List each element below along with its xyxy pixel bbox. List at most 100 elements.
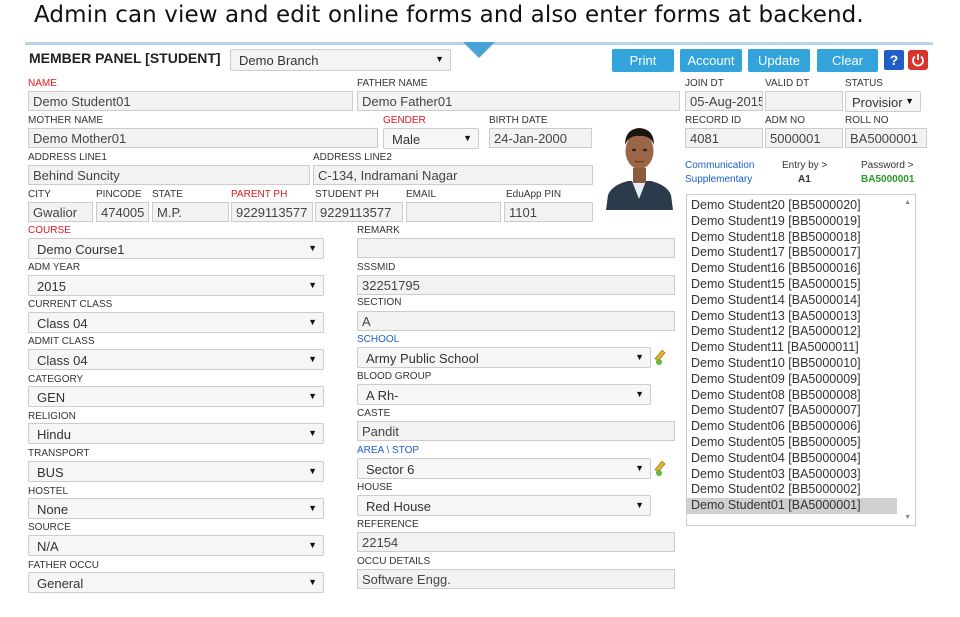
roll-no-field[interactable]: BA5000001 — [845, 128, 927, 148]
student-list-item[interactable]: Demo Student10 [BB5000010] — [687, 356, 897, 372]
logout-button[interactable] — [908, 50, 928, 70]
clear-button[interactable]: Clear — [817, 49, 878, 72]
print-button[interactable]: Print — [612, 49, 674, 72]
valid-dt-field[interactable] — [765, 91, 843, 111]
admit-class-label: ADMIT CLASS — [28, 336, 95, 347]
student-ph-field[interactable]: 9229113577 — [315, 202, 403, 222]
caste-field[interactable]: Pandit — [357, 421, 675, 441]
eduapp-pin-label: EduApp PIN — [506, 189, 562, 200]
scroll-up-icon[interactable]: ▲ — [904, 199, 911, 206]
student-list-item[interactable]: Demo Student14 [BA5000014] — [687, 293, 897, 309]
record-id-field[interactable]: 4081 — [685, 128, 763, 148]
religion-label: RELIGION — [28, 411, 76, 422]
student-photo[interactable] — [598, 113, 681, 210]
section-label: SECTION — [357, 297, 402, 308]
student-list-item[interactable]: Demo Student17 [BB5000017] — [687, 245, 897, 261]
student-list-item[interactable]: Demo Student07 [BA5000007] — [687, 403, 897, 419]
hostel-select[interactable]: None ▼ — [28, 498, 324, 519]
transport-select[interactable]: BUS ▼ — [28, 461, 324, 482]
reference-field[interactable]: 22154 — [357, 532, 675, 552]
student-list-item[interactable]: Demo Student02 [BB5000002] — [687, 482, 897, 498]
gender-select[interactable]: Male ▼ — [383, 128, 479, 149]
blood-group-select-value: A Rh- — [366, 388, 399, 403]
student-list-item[interactable]: Demo Student19 [BB5000019] — [687, 214, 897, 230]
student-list-item[interactable]: Demo Student08 [BB5000008] — [687, 388, 897, 404]
gender-select-value: Male — [392, 132, 421, 147]
parent-ph-field[interactable]: 9229113577 — [231, 202, 313, 222]
school-select[interactable]: Army Public School ▼ — [357, 347, 651, 368]
student-list-item[interactable]: Demo Student15 [BA5000015] — [687, 277, 897, 293]
father-occu-select[interactable]: General ▼ — [28, 572, 324, 593]
caret-down-icon: ▼ — [308, 391, 317, 401]
valid-dt-label: VALID DT — [765, 78, 810, 89]
address2-field[interactable]: C-134, Indramani Nagar — [313, 165, 593, 185]
city-field[interactable]: Gwalior — [28, 202, 93, 222]
occu-details-field[interactable]: Software Engg. — [357, 569, 675, 589]
hostel-label: HOSTEL — [28, 486, 69, 497]
student-photo-image — [598, 113, 681, 210]
house-select[interactable]: Red House ▼ — [357, 495, 651, 516]
course-select[interactable]: Demo Course1 ▼ — [28, 238, 324, 259]
caret-down-icon: ▼ — [308, 540, 317, 550]
account-button[interactable]: Account — [680, 49, 742, 72]
eduapp-pin-field[interactable]: 1101 — [504, 202, 593, 222]
reference-label: REFERENCE — [357, 519, 419, 530]
student-listbox[interactable]: Demo Student20 [BB5000020] Demo Student19… — [686, 194, 916, 526]
join-dt-field[interactable]: 05-Aug-2015 — [685, 91, 763, 111]
student-list: Demo Student20 [BB5000020] Demo Student19… — [687, 195, 915, 514]
transport-label: TRANSPORT — [28, 448, 90, 459]
name-field[interactable]: Demo Student01 — [28, 91, 353, 111]
blood-group-select[interactable]: A Rh- ▼ — [357, 384, 651, 405]
student-list-item[interactable]: Demo Student05 [BB5000005] — [687, 435, 897, 451]
student-list-item[interactable]: Demo Student16 [BB5000016] — [687, 261, 897, 277]
email-field[interactable] — [406, 202, 501, 222]
student-list-item[interactable]: Demo Student04 [BB5000004] — [687, 451, 897, 467]
help-button[interactable]: ? — [884, 50, 904, 70]
panel-collapse-toggle[interactable] — [463, 42, 495, 58]
adm-year-select-value: 2015 — [37, 279, 66, 294]
sssmid-field[interactable]: 32251795 — [357, 275, 675, 295]
admit-class-select[interactable]: Class 04 ▼ — [28, 349, 324, 370]
communication-link[interactable]: Communication — [685, 160, 754, 171]
occu-details-label: OCCU DETAILS — [357, 556, 431, 567]
student-list-item[interactable]: Demo Student18 [BB5000018] — [687, 230, 897, 246]
adm-no-field[interactable]: 5000001 — [765, 128, 843, 148]
student-list-item[interactable]: Demo Student12 [BA5000012] — [687, 324, 897, 340]
edit-pencil-icon[interactable] — [654, 350, 670, 366]
state-field[interactable]: M.P. — [152, 202, 229, 222]
area-stop-select[interactable]: Sector 6 ▼ — [357, 458, 651, 479]
student-list-item[interactable]: Demo Student11 [BA5000011] — [687, 340, 897, 356]
caret-down-icon: ▼ — [308, 577, 317, 587]
supplementary-link[interactable]: Supplementary — [685, 174, 752, 185]
city-label: CITY — [28, 189, 51, 200]
update-button[interactable]: Update — [748, 49, 810, 72]
category-select[interactable]: GEN ▼ — [28, 386, 324, 407]
house-label: HOUSE — [357, 482, 393, 493]
scroll-down-icon[interactable]: ▼ — [904, 514, 911, 521]
student-list-item[interactable]: Demo Student01 [BA5000001] — [687, 498, 897, 514]
source-select-value: N/A — [37, 539, 59, 554]
parent-ph-label: PARENT PH — [231, 189, 288, 200]
current-class-select[interactable]: Class 04 ▼ — [28, 312, 324, 333]
student-list-item[interactable]: Demo Student20 [BB5000020] — [687, 198, 897, 214]
branch-select[interactable]: Demo Branch ▼ — [230, 49, 451, 71]
student-list-item[interactable]: Demo Student13 [BA5000013] — [687, 309, 897, 325]
religion-select[interactable]: Hindu ▼ — [28, 423, 324, 444]
pincode-field[interactable]: 474005 — [96, 202, 149, 222]
adm-year-select[interactable]: 2015 ▼ — [28, 275, 324, 296]
entry-by-label: Entry by > — [782, 160, 828, 171]
father-name-field[interactable]: Demo Father01 — [357, 91, 680, 111]
remark-field[interactable] — [357, 238, 675, 258]
student-list-item[interactable]: Demo Student03 [BA5000003] — [687, 467, 897, 483]
edit-pencil-icon[interactable] — [654, 461, 670, 477]
birth-date-field[interactable]: 24-Jan-2000 — [489, 128, 592, 148]
student-list-item[interactable]: Demo Student06 [BB5000006] — [687, 419, 897, 435]
mother-name-field[interactable]: Demo Mother01 — [28, 128, 378, 148]
address1-field[interactable]: Behind Suncity — [28, 165, 310, 185]
student-list-item[interactable]: Demo Student09 [BA5000009] — [687, 372, 897, 388]
section-field[interactable]: A — [357, 311, 675, 331]
status-select[interactable]: Provisior ▼ — [845, 91, 921, 112]
pincode-label: PINCODE — [96, 189, 142, 200]
source-select[interactable]: N/A ▼ — [28, 535, 324, 556]
caret-down-icon: ▼ — [308, 317, 317, 327]
